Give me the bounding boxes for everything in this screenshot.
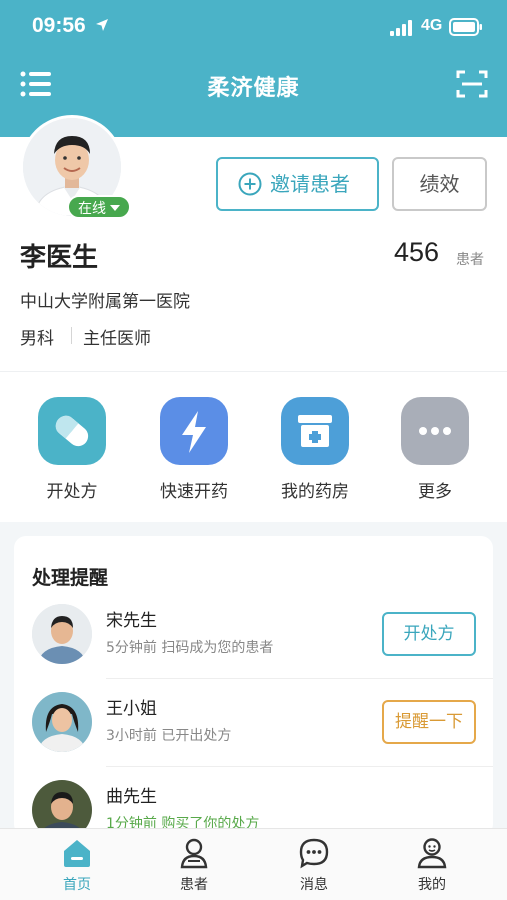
divider xyxy=(106,766,493,767)
quick-action-fast-prescribe[interactable]: 快速开药 xyxy=(144,397,244,502)
network-type: 4G xyxy=(421,17,443,34)
tab-messages[interactable]: 消息 xyxy=(251,829,377,900)
reminder-desc: 3小时前 已开出处方 xyxy=(106,728,232,744)
location-arrow-icon xyxy=(96,19,108,31)
doctor-name: 李医生 xyxy=(20,243,99,273)
tab-bar: 首页 患者 消息 我的 xyxy=(0,828,507,900)
patient-avatar xyxy=(32,692,92,752)
status-bar: 09:56 4G xyxy=(0,0,507,56)
invite-patient-label: 邀请患者 xyxy=(270,172,350,196)
quick-action-pharmacy[interactable]: 我的药房 xyxy=(265,397,365,502)
patient-avatar xyxy=(32,604,92,664)
pill-icon xyxy=(38,397,106,465)
message-icon xyxy=(299,838,329,869)
quick-action-label: 我的药房 xyxy=(281,482,349,502)
quick-action-label: 开处方 xyxy=(46,482,98,502)
prescribe-button[interactable]: 开处方 xyxy=(382,612,476,656)
department: 男科 xyxy=(20,329,54,349)
remind-button[interactable]: 提醒一下 xyxy=(382,700,476,744)
tab-label: 我的 xyxy=(418,877,446,893)
scan-icon[interactable] xyxy=(456,69,488,99)
lightning-icon xyxy=(160,397,228,465)
divider xyxy=(106,678,493,679)
divider xyxy=(71,327,72,344)
doctor-title: 主任医师 xyxy=(83,329,151,349)
more-icon xyxy=(401,397,469,465)
navbar: 柔济健康 xyxy=(0,56,507,116)
profile-card: 在线 邀请患者 绩效 李医生 456 患者 中山大学附属第一医院 男科 主任医师 xyxy=(0,115,507,372)
tab-home[interactable]: 首页 xyxy=(14,829,140,900)
performance-button[interactable]: 绩效 xyxy=(392,157,487,211)
patient-icon xyxy=(180,838,208,869)
quick-action-more[interactable]: 更多 xyxy=(385,397,485,502)
signal-icon xyxy=(390,20,412,36)
plus-circle-icon xyxy=(238,172,262,196)
reminder-desc: 5分钟前 扫码成为您的患者 xyxy=(106,640,274,656)
invite-patient-button[interactable]: 邀请患者 xyxy=(216,157,379,211)
patient-count-unit: 患者 xyxy=(456,252,484,268)
quick-actions: 开处方 快速开药 我的药房 更多 xyxy=(0,372,507,522)
caret-down-icon xyxy=(110,205,120,211)
patient-name: 曲先生 xyxy=(106,787,157,807)
online-status-toggle[interactable]: 在线 xyxy=(67,195,131,219)
online-status-label: 在线 xyxy=(78,201,106,217)
tab-label: 消息 xyxy=(300,877,328,893)
home-icon xyxy=(64,840,90,867)
profile-icon xyxy=(417,838,447,869)
pharmacy-icon xyxy=(281,397,349,465)
patient-name: 宋先生 xyxy=(106,611,157,631)
hospital-name: 中山大学附属第一医院 xyxy=(20,292,190,312)
quick-action-label: 更多 xyxy=(418,482,452,502)
quick-action-prescribe[interactable]: 开处方 xyxy=(22,397,122,502)
tab-label: 首页 xyxy=(63,877,91,893)
tab-profile[interactable]: 我的 xyxy=(369,829,495,900)
patient-name: 王小姐 xyxy=(106,699,157,719)
page-title: 柔济健康 xyxy=(207,76,300,101)
reminders-title: 处理提醒 xyxy=(32,567,109,589)
patient-count[interactable]: 456 xyxy=(394,237,439,268)
battery-icon xyxy=(449,18,482,36)
status-time: 09:56 xyxy=(32,14,86,37)
tab-patients[interactable]: 患者 xyxy=(131,829,257,900)
tab-label: 患者 xyxy=(180,877,208,893)
quick-action-label: 快速开药 xyxy=(160,482,228,502)
reminders-card: 处理提醒 宋先生 5分钟前 扫码成为您的患者 开处方 王小姐 3小时前 已开出处… xyxy=(14,536,493,836)
